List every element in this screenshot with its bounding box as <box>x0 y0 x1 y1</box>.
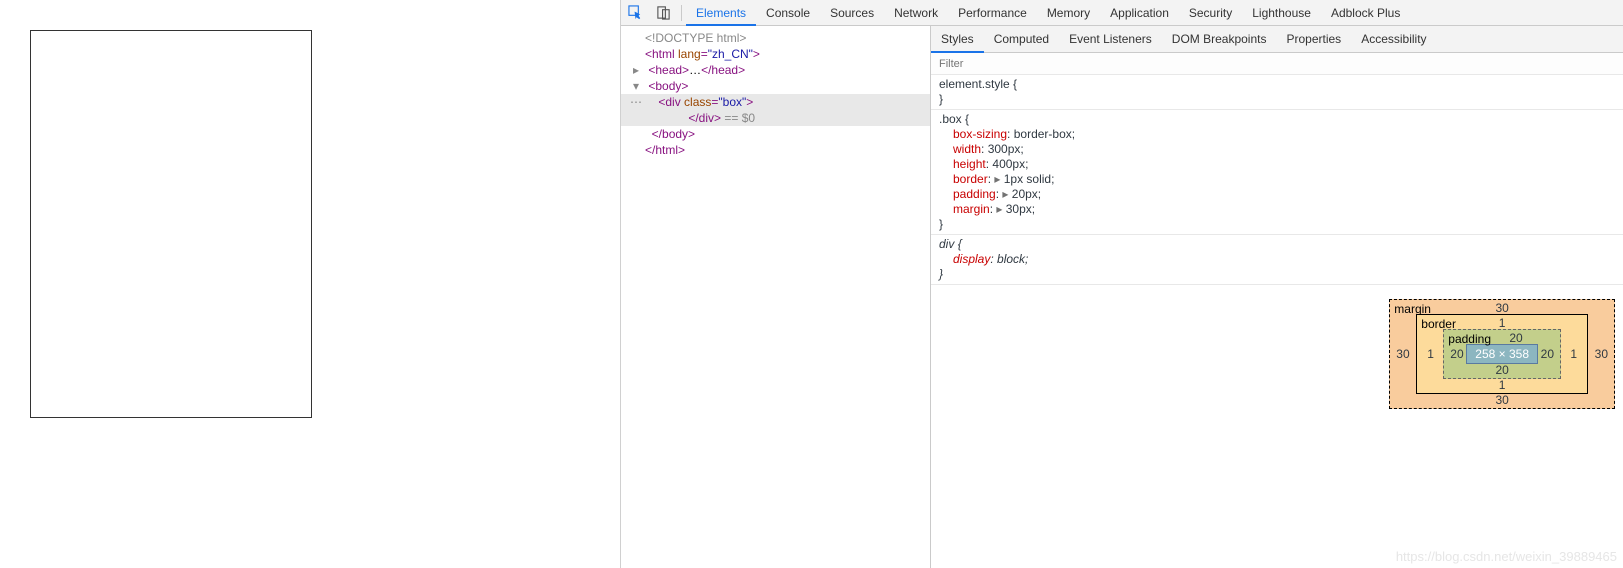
dom-head-close: </head> <box>701 63 745 77</box>
sub-tab-computed[interactable]: Computed <box>984 26 1059 53</box>
margin-top-val: 30 <box>1495 301 1508 315</box>
border-left-val: 1 <box>1427 347 1434 361</box>
dom-body-open[interactable]: <body> <box>648 79 688 93</box>
padding-left-val: 20 <box>1450 347 1463 361</box>
border-bottom-val: 1 <box>1499 378 1506 392</box>
css-rule[interactable]: element.style {} <box>931 75 1623 110</box>
dom-doctype: <!DOCTYPE html> <box>645 31 746 45</box>
dom-html-open[interactable]: <html <box>645 47 678 61</box>
page-box-element[interactable] <box>30 30 312 418</box>
rendered-page <box>0 0 620 568</box>
styles-filter-input[interactable] <box>931 53 1623 74</box>
box-model-border[interactable]: border 1 1 1 1 padding 20 20 20 20 <box>1416 314 1588 394</box>
border-top-val: 1 <box>1499 316 1506 330</box>
dom-attr-val: "box" <box>718 95 746 109</box>
inspect-element-icon[interactable] <box>621 0 649 26</box>
dom-div-close: </div> <box>688 111 721 125</box>
box-model-diagram: margin 30 30 30 30 border 1 1 1 1 padd <box>931 285 1623 568</box>
padding-label: padding <box>1448 332 1491 346</box>
box-model-padding[interactable]: padding 20 20 20 20 258 × 358 <box>1443 329 1561 379</box>
main-tab-lighthouse[interactable]: Lighthouse <box>1242 0 1321 26</box>
dom-selected-ref: == $0 <box>721 111 755 125</box>
main-tab-elements[interactable]: Elements <box>686 0 756 26</box>
sub-tab-styles[interactable]: Styles <box>931 26 984 53</box>
dom-attr: lang <box>678 47 701 61</box>
styles-sub-tabs: StylesComputedEvent ListenersDOM Breakpo… <box>931 26 1623 53</box>
dom-ellipsis: … <box>689 63 701 77</box>
box-model-margin[interactable]: margin 30 30 30 30 border 1 1 1 1 padd <box>1389 299 1615 409</box>
dom-tree-pane[interactable]: <!DOCTYPE html> <html lang="zh_CN"> ▸ <h… <box>621 26 931 568</box>
sub-tab-dom-breakpoints[interactable]: DOM Breakpoints <box>1162 26 1277 53</box>
css-rules-list: element.style {}.box {box-sizing: border… <box>931 75 1623 285</box>
devtools-panel: ElementsConsoleSourcesNetworkPerformance… <box>620 0 1623 568</box>
devtools-toolbar: ElementsConsoleSourcesNetworkPerformance… <box>621 0 1623 26</box>
styles-pane: StylesComputedEvent ListenersDOM Breakpo… <box>931 26 1623 568</box>
main-tab-sources[interactable]: Sources <box>820 0 884 26</box>
sub-tab-accessibility[interactable]: Accessibility <box>1351 26 1436 53</box>
dom-tag-close: > <box>753 47 760 61</box>
main-tab-security[interactable]: Security <box>1179 0 1242 26</box>
styles-filter-row <box>931 53 1623 75</box>
main-tabs: ElementsConsoleSourcesNetworkPerformance… <box>686 0 1410 26</box>
dom-body-close[interactable]: </body> <box>652 127 695 141</box>
dom-div-open: <div <box>658 95 684 109</box>
main-tab-console[interactable]: Console <box>756 0 820 26</box>
box-model-content[interactable]: 258 × 358 <box>1466 344 1538 364</box>
dom-head-open[interactable]: <head> <box>648 63 689 77</box>
dom-selected-node[interactable]: ⋯ <div class="box"> </div> == $0 <box>621 94 930 126</box>
padding-bottom-val: 20 <box>1495 363 1508 377</box>
margin-bottom-val: 30 <box>1495 393 1508 407</box>
margin-right-val: 30 <box>1595 347 1608 361</box>
device-toggle-icon[interactable] <box>649 0 677 26</box>
margin-left-val: 30 <box>1396 347 1409 361</box>
main-tab-network[interactable]: Network <box>884 0 948 26</box>
padding-right-val: 20 <box>1541 347 1554 361</box>
main-tab-memory[interactable]: Memory <box>1037 0 1100 26</box>
dom-attr: class <box>684 95 711 109</box>
border-right-val: 1 <box>1570 347 1577 361</box>
css-rule[interactable]: .box {box-sizing: border-box;width: 300p… <box>931 110 1623 235</box>
padding-top-val: 20 <box>1509 331 1522 345</box>
dom-html-close[interactable]: </html> <box>645 143 685 157</box>
main-tab-performance[interactable]: Performance <box>948 0 1037 26</box>
dom-attr-val: "zh_CN" <box>708 47 753 61</box>
main-tab-application[interactable]: Application <box>1100 0 1179 26</box>
dom-tag-close: > <box>746 95 753 109</box>
css-rule[interactable]: div {display: block;} <box>931 235 1623 285</box>
main-tab-adblock-plus[interactable]: Adblock Plus <box>1321 0 1410 26</box>
toolbar-separator <box>681 5 682 21</box>
sub-tab-event-listeners[interactable]: Event Listeners <box>1059 26 1162 53</box>
sub-tab-properties[interactable]: Properties <box>1276 26 1351 53</box>
devtools-body: <!DOCTYPE html> <html lang="zh_CN"> ▸ <h… <box>621 26 1623 568</box>
